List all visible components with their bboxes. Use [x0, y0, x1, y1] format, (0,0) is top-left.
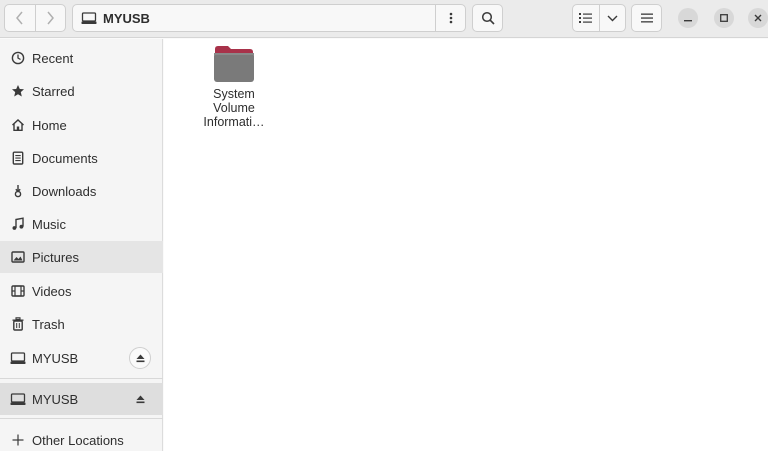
header-bar: MYUSB	[0, 0, 768, 38]
maximize-button[interactable]	[714, 8, 734, 28]
forward-button[interactable]	[34, 5, 65, 31]
folder-icon	[214, 46, 254, 82]
hamburger-icon	[640, 13, 653, 23]
download-icon	[10, 183, 26, 199]
sidebar: Recent Starred Home Documents Downloads …	[0, 39, 163, 451]
sidebar-item-label: Recent	[32, 50, 74, 66]
current-location: MYUSB	[103, 10, 150, 26]
chevron-right-icon	[47, 11, 55, 25]
minimize-icon	[684, 20, 692, 22]
main-menu-button[interactable]	[631, 4, 662, 32]
sidebar-item-label: Downloads	[32, 183, 97, 199]
close-icon	[754, 14, 762, 22]
sidebar-item-label: Videos	[32, 283, 72, 299]
file-view[interactable]: System Volume Informati…	[164, 39, 768, 451]
view-buttons	[572, 4, 626, 32]
sidebar-item-downloads[interactable]: Downloads	[0, 175, 163, 207]
navigation-buttons	[4, 4, 66, 32]
vertical-dots-icon	[449, 12, 452, 24]
sidebar-item-videos[interactable]: Videos	[0, 275, 163, 307]
sidebar-item-trash[interactable]: Trash	[0, 308, 163, 340]
back-button[interactable]	[5, 5, 35, 31]
document-icon	[10, 150, 26, 166]
plus-icon	[10, 432, 26, 448]
picture-icon	[10, 249, 26, 265]
sidebar-item-recent[interactable]: Recent	[0, 42, 163, 74]
eject-button[interactable]	[129, 347, 151, 369]
search-button[interactable]	[472, 4, 503, 32]
sidebar-item-other-locations[interactable]: Other Locations	[0, 424, 163, 451]
sidebar-item-label: Starred	[32, 83, 75, 99]
path-menu-button[interactable]	[435, 5, 465, 31]
drive-icon	[10, 350, 26, 366]
sidebar-item-starred[interactable]: Starred	[0, 75, 163, 107]
sidebar-item-label: Other Locations	[32, 432, 124, 448]
minimize-button[interactable]	[678, 8, 698, 28]
sidebar-separator	[0, 378, 163, 379]
sidebar-item-label: Music	[32, 216, 66, 232]
chevron-down-icon	[607, 15, 618, 21]
sidebar-item-documents[interactable]: Documents	[0, 142, 163, 174]
home-icon	[10, 117, 26, 133]
sidebar-item-myusb[interactable]: MYUSB	[0, 342, 163, 374]
video-icon	[10, 283, 26, 299]
search-icon	[481, 11, 495, 25]
sidebar-item-home[interactable]: Home	[0, 109, 163, 141]
file-item[interactable]: System Volume Informati…	[198, 45, 270, 129]
sidebar-item-label: MYUSB	[32, 350, 79, 366]
list-view-button[interactable]	[573, 5, 599, 31]
path-bar: MYUSB	[72, 4, 466, 32]
view-options-button[interactable]	[598, 5, 625, 31]
sidebar-item-label: MYUSB	[32, 391, 79, 407]
drive-icon	[10, 391, 26, 407]
maximize-icon	[720, 14, 728, 22]
file-name: System Volume Informati…	[203, 87, 265, 129]
sidebar-separator	[0, 418, 163, 419]
sidebar-item-label: Home	[32, 117, 67, 133]
sidebar-item-label: Documents	[32, 150, 98, 166]
eject-button[interactable]	[129, 388, 151, 410]
chevron-left-icon	[16, 11, 23, 25]
sidebar-item-pictures[interactable]: Pictures	[0, 241, 163, 273]
list-view-icon	[579, 13, 593, 23]
eject-icon	[136, 395, 144, 403]
sidebar-item-label: Trash	[32, 316, 65, 332]
clock-icon	[10, 50, 26, 66]
trash-icon	[10, 316, 26, 332]
path-location-button[interactable]: MYUSB	[73, 5, 435, 31]
eject-icon	[136, 354, 144, 362]
sidebar-item-myusb-active[interactable]: MYUSB	[0, 383, 163, 415]
music-icon	[10, 216, 26, 232]
sidebar-item-label: Pictures	[32, 249, 79, 265]
star-icon	[10, 83, 26, 99]
close-button[interactable]	[748, 8, 768, 28]
drive-icon	[81, 12, 97, 24]
sidebar-item-music[interactable]: Music	[0, 208, 163, 240]
